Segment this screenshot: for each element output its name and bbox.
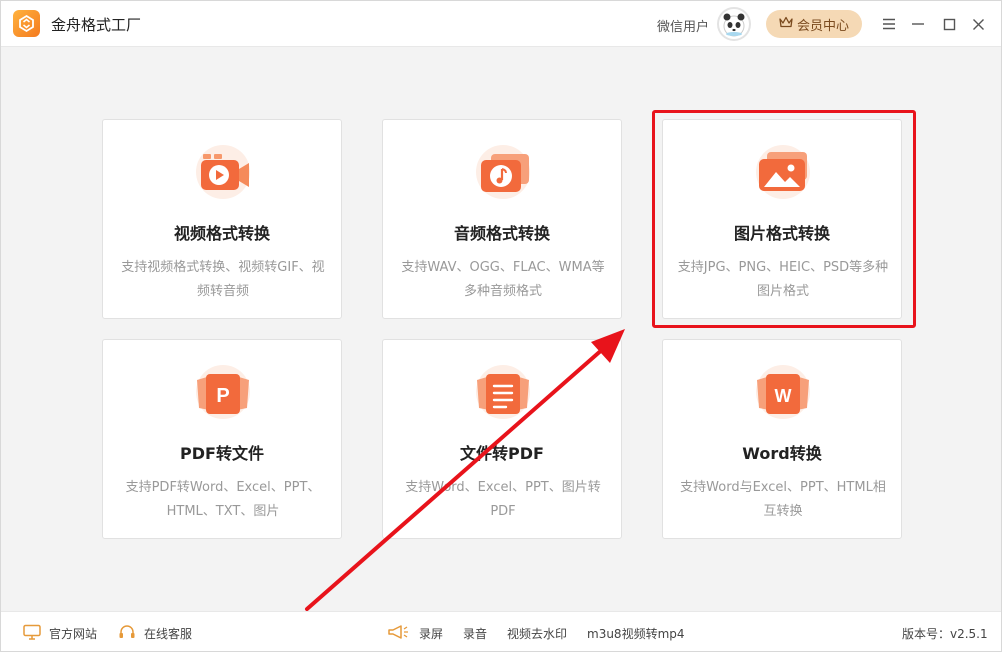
app-logo-icon <box>13 10 40 37</box>
app-window: 金舟格式工厂 微信用户 会员中心 视频格式转换 支持视频格式转换、视频转GIF、… <box>0 0 1002 652</box>
audio-record-link[interactable]: 录音 <box>463 625 487 642</box>
card-description: 支持视频格式转换、视频转GIF、视频转音频 <box>121 260 325 299</box>
headset-icon <box>118 624 136 644</box>
user-name[interactable]: 微信用户 <box>657 16 709 35</box>
crown-icon <box>779 16 793 32</box>
footer-bar: 官方网站 在线客服 录屏 录音 视频去水印 m3u8视频转mp4 版本号：v2.… <box>1 611 1001 651</box>
card-description: 支持Word与Excel、PPT、HTML相互转换 <box>680 480 886 519</box>
card-description: 支持JPG、PNG、HEIC、PSD等多种图片格式 <box>677 260 889 299</box>
music-note-icon <box>471 142 535 200</box>
app-title: 金舟格式工厂 <box>51 16 142 34</box>
title-bar: 金舟格式工厂 微信用户 会员中心 <box>1 1 1001 47</box>
word-w-icon: W <box>751 362 815 420</box>
version-label: 版本号：v2.5.1 <box>902 627 988 641</box>
document-lines-icon <box>471 362 535 420</box>
screen-record-link[interactable]: 录屏 <box>419 625 443 642</box>
maximize-icon[interactable] <box>938 13 960 35</box>
video-play-icon <box>191 142 255 200</box>
monitor-icon <box>23 624 41 644</box>
card-description: 支持Word、Excel、PPT、图片转PDF <box>405 480 601 519</box>
card-pdf-to-file[interactable]: P PDF转文件 支持PDF转Word、Excel、PPT、HTML、TXT、图… <box>102 339 342 539</box>
m3u8-convert-link[interactable]: m3u8视频转mp4 <box>587 625 685 642</box>
card-title: 图片格式转换 <box>733 224 830 243</box>
annotation-arrow-icon <box>305 329 625 611</box>
card-description: 支持WAV、OGG、FLAC、WMA等多种音频格式 <box>401 260 605 299</box>
card-title: 视频格式转换 <box>173 224 270 243</box>
megaphone-icon <box>387 624 409 644</box>
svg-text:W: W <box>775 386 792 406</box>
online-support-link[interactable]: 在线客服 <box>144 625 192 642</box>
card-title: PDF转文件 <box>180 444 264 463</box>
image-icon <box>751 142 815 200</box>
card-description: 支持PDF转Word、Excel、PPT、HTML、TXT、图片 <box>125 480 321 519</box>
vip-center-label: 会员中心 <box>796 18 849 34</box>
pdf-p-icon: P <box>191 362 255 420</box>
card-file-to-pdf[interactable]: 文件转PDF 支持Word、Excel、PPT、图片转PDF <box>382 339 622 539</box>
card-word-convert[interactable]: W Word转换 支持Word与Excel、PPT、HTML相互转换 <box>662 339 902 539</box>
official-site-link[interactable]: 官方网站 <box>49 625 97 642</box>
card-title: 文件转PDF <box>460 444 544 463</box>
remove-watermark-link[interactable]: 视频去水印 <box>507 625 567 642</box>
close-icon[interactable] <box>967 13 989 35</box>
vip-center-button[interactable]: 会员中心 <box>766 10 862 38</box>
menu-icon[interactable] <box>878 13 900 35</box>
minimize-icon[interactable] <box>907 13 929 35</box>
card-image-convert[interactable]: 图片格式转换 支持JPG、PNG、HEIC、PSD等多种图片格式 <box>662 119 902 319</box>
card-title: Word转换 <box>742 444 822 463</box>
card-audio-convert[interactable]: 音频格式转换 支持WAV、OGG、FLAC、WMA等多种音频格式 <box>382 119 622 319</box>
avatar[interactable] <box>717 7 751 41</box>
card-title: 音频格式转换 <box>453 224 550 243</box>
card-video-convert[interactable]: 视频格式转换 支持视频格式转换、视频转GIF、视频转音频 <box>102 119 342 319</box>
svg-text:P: P <box>216 385 229 407</box>
